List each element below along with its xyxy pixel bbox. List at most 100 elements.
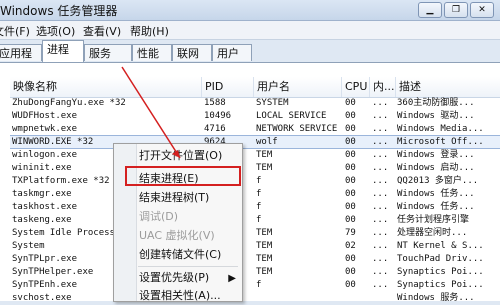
cell-memory: ... (372, 150, 389, 160)
column-image-name[interactable]: 映像名称 (10, 77, 202, 97)
cell-pid: 10496 (204, 111, 232, 121)
tab-strip: 应用程序 进程 服务 性能 联网 用户 (0, 40, 500, 77)
table-row[interactable]: SynTPHelper.exe TEM 00 ... Synaptics Poi… (10, 266, 500, 278)
submenu-arrow-icon: ▶ (228, 273, 236, 284)
cell-description: Windows Media... (397, 124, 484, 134)
column-memory[interactable]: 内... (370, 77, 396, 97)
window-controls: ▁ ❐ ✕ (418, 2, 494, 18)
cell-cpu: 00 (345, 280, 356, 290)
cell-user-name: f (256, 202, 262, 212)
cell-description: Windows 驱动... (397, 111, 475, 121)
table-header: 映像名称 PID 用户名 CPU 内... 描述 (10, 77, 500, 98)
cell-description: Synaptics Poi... (397, 280, 484, 290)
table-row[interactable]: ZhuDongFangYu.exe *32 1588 SYSTEM 00 ...… (10, 97, 500, 109)
title-bar[interactable]: Windows 任务管理器 ▁ ❐ ✕ (0, 0, 500, 21)
table-row[interactable]: SynTPLpr.exe TEM 00 ... TouchPad Driv... (10, 253, 500, 265)
cell-image-name: ZhuDongFangYu.exe *32 (12, 98, 126, 108)
close-button[interactable]: ✕ (470, 2, 494, 18)
cell-image-name: wmpnetwk.exe (12, 124, 78, 134)
cell-description: TouchPad Driv... (397, 254, 484, 264)
table-row[interactable]: winlogon.exe TEM 00 ... Windows 登录... (10, 149, 500, 161)
menu-item-uac-virtualization: UAC 虚拟化(V) (139, 229, 215, 242)
cell-description: 360主动防御服... (397, 98, 475, 108)
table-row[interactable]: System Idle Process TEM 79 ... 处理器空闲时... (10, 227, 500, 239)
maximize-button[interactable]: ❐ (444, 2, 468, 18)
cell-description: Synaptics Poi... (397, 267, 484, 277)
tab-services[interactable]: 服务 (84, 44, 132, 61)
cell-description: 处理器空闲时... (397, 228, 468, 238)
table-row[interactable]: SynTPEnh.exe f 00 ... Synaptics Poi... (10, 279, 500, 291)
cell-memory: ... (372, 267, 389, 277)
table-row[interactable]: taskhost.exe f 00 ... Windows 任务... (10, 201, 500, 213)
cell-user-name: TEM (256, 163, 273, 173)
cell-memory: ... (372, 98, 389, 108)
cell-user-name: LOCAL SERVICE (256, 111, 327, 121)
cell-user-name: TEM (256, 150, 273, 160)
cell-description: Microsoft Off... (397, 137, 484, 147)
process-table: 映像名称 PID 用户名 CPU 内... 描述 ZhuDongFangYu.e… (10, 77, 500, 301)
column-description[interactable]: 描述 (396, 77, 500, 97)
cell-description: NT Kernel & S... (397, 241, 484, 251)
tab-networking[interactable]: 联网 (172, 44, 212, 61)
window-title: Windows 任务管理器 (0, 4, 118, 18)
cell-cpu: 00 (345, 176, 356, 186)
tab-performance[interactable]: 性能 (132, 44, 172, 61)
red-highlight-box (125, 166, 241, 186)
cell-memory: ... (372, 228, 389, 238)
cell-memory: ... (372, 254, 389, 264)
cell-cpu: 00 (345, 124, 356, 134)
cell-user-name: f (256, 176, 262, 186)
cell-cpu: 00 (345, 98, 356, 108)
table-row[interactable]: taskeng.exe f 00 ... 任务计划程序引擎 (10, 214, 500, 226)
tab-processes[interactable]: 进程 (42, 40, 84, 62)
cell-pid: 4716 (204, 124, 226, 134)
cell-image-name: WUDFHost.exe (12, 111, 78, 121)
column-user-name[interactable]: 用户名 (254, 77, 342, 97)
menu-item-end-process-tree[interactable]: 结束进程树(T) (139, 189, 209, 207)
table-row-selected[interactable]: WINWORD.EXE *32 9624 wolf 00 ... Microso… (10, 135, 500, 149)
table-row[interactable]: taskmgr.exe f 00 ... Windows 任务... (10, 188, 500, 200)
table-row[interactable]: TXPlatform.exe *32 f 00 ... QQ2013 多窗户..… (10, 175, 500, 187)
cell-cpu: 79 (345, 228, 356, 238)
menu-item-create-dump-file[interactable]: 创建转储文件(C) (139, 246, 221, 264)
cell-user-name: f (256, 280, 262, 290)
cell-memory: ... (372, 111, 389, 121)
cell-memory: ... (372, 137, 389, 147)
menu-item-debug: 调试(D) (139, 210, 179, 223)
cell-cpu: 00 (345, 202, 356, 212)
cell-cpu: 00 (345, 254, 356, 264)
cell-user-name: f (256, 215, 262, 225)
menu-help[interactable]: 帮助(H) (130, 23, 169, 39)
cell-user-name: NETWORK SERVICE (256, 124, 338, 134)
cell-user-name: TEM (256, 241, 273, 251)
menu-view[interactable]: 查看(V) (83, 23, 121, 39)
cell-description: Windows 任务... (397, 202, 475, 212)
cell-description: Windows 启动... (397, 163, 475, 173)
menu-item-open-file-location[interactable]: 打开文件位置(O) (139, 147, 222, 165)
table-row[interactable]: wmpnetwk.exe 4716 NETWORK SERVICE 00 ...… (10, 123, 500, 135)
menu-item-set-priority[interactable]: 设置优先级(P) (139, 269, 235, 287)
table-row[interactable]: wininit.exe TEM 00 ... Windows 启动... (10, 162, 500, 174)
cell-description: Windows 任务... (397, 189, 475, 199)
menu-item-label: 设置优先级(P) (139, 271, 210, 284)
table-row[interactable]: System TEM 02 ... NT Kernel & S... (10, 240, 500, 252)
menu-file[interactable]: 文件(F) (0, 23, 30, 39)
cell-cpu: 00 (345, 267, 356, 277)
cell-cpu: 00 (345, 163, 356, 173)
menu-item-set-affinity[interactable]: 设置相关性(A)... (139, 287, 221, 305)
cell-cpu: 00 (345, 215, 356, 225)
tab-applications[interactable]: 应用程序 (0, 44, 42, 77)
cell-memory: ... (372, 280, 389, 290)
table-row[interactable]: WUDFHost.exe 10496 LOCAL SERVICE 00 ... … (10, 110, 500, 122)
cell-user-name: SYSTEM (256, 98, 289, 108)
cell-user-name: TEM (256, 254, 273, 264)
cell-user-name: wolf (256, 137, 278, 147)
menu-options[interactable]: 选项(O) (36, 23, 75, 39)
minimize-button[interactable]: ▁ (418, 2, 442, 18)
cell-pid: 1588 (204, 98, 226, 108)
cell-cpu: 02 (345, 241, 356, 251)
column-pid[interactable]: PID (202, 77, 254, 97)
cell-cpu: 00 (345, 137, 356, 147)
column-cpu[interactable]: CPU (342, 77, 370, 97)
tab-users[interactable]: 用户 (212, 44, 252, 61)
